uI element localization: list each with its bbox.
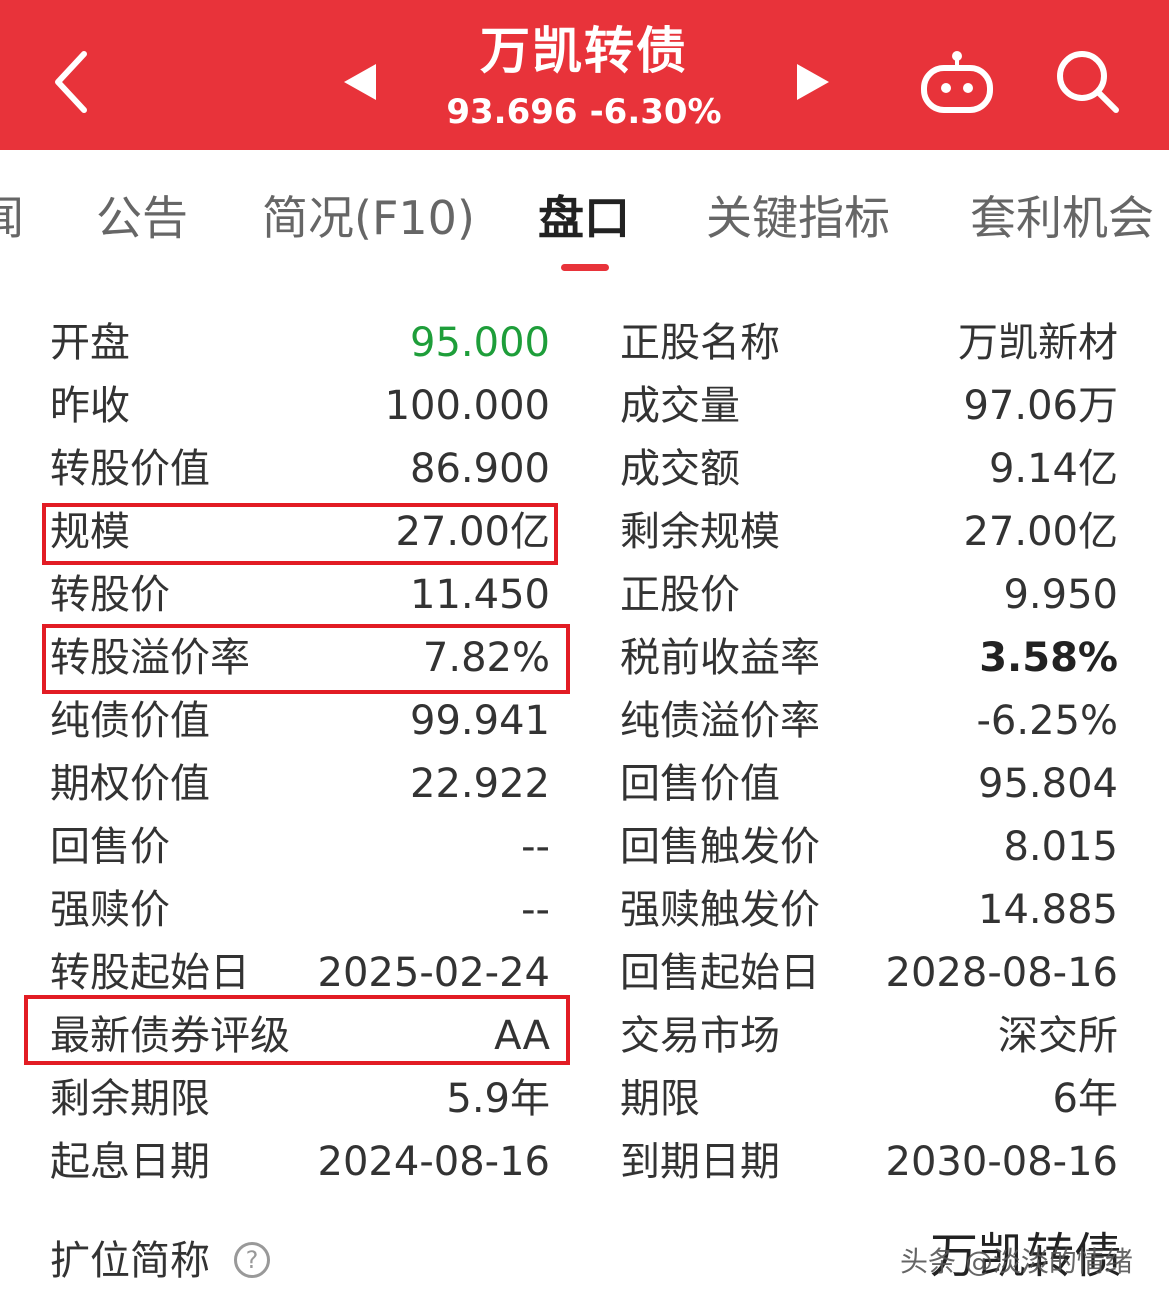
label-put-price: 回售价 (50, 824, 170, 870)
label-remaining-term: 剩余期限 (50, 1076, 210, 1122)
help-icon[interactable]: ? (234, 1242, 270, 1278)
highlight-box-issue-size (42, 503, 558, 565)
label-conversion-start: 转股起始日 (50, 950, 250, 996)
value-turnover: 9.14亿 (988, 446, 1118, 492)
highlight-box-credit-rating (24, 995, 570, 1065)
value-put-value: 95.804 (978, 761, 1118, 807)
label-put-trigger: 回售触发价 (620, 824, 820, 870)
label-bond-premium: 纯债溢价率 (620, 698, 820, 744)
search-icon[interactable] (1052, 46, 1122, 116)
value-value-date: 2024-08-16 (317, 1139, 550, 1185)
watermark-text: 头条 @淡淡的情绪 (900, 1245, 1133, 1278)
active-tab-indicator (561, 264, 609, 271)
label-conversion-price: 转股价 (50, 572, 170, 618)
value-call-price: -- (521, 887, 550, 933)
value-conversion-price: 11.450 (410, 572, 550, 618)
label-conversion-value: 转股价值 (50, 446, 210, 492)
tab-key-indicators[interactable]: 关键指标 (706, 188, 890, 248)
value-bond-premium: -6.25% (976, 698, 1118, 744)
label-put-start: 回售起始日 (620, 950, 820, 996)
label-maturity-date: 到期日期 (620, 1139, 780, 1185)
price-change: -6.30% (589, 92, 722, 132)
label-prev-close: 昨收 (50, 383, 130, 429)
label-stock-name: 正股名称 (620, 320, 780, 366)
label-pretax-yield: 税前收益率 (620, 635, 820, 681)
value-exchange: 深交所 (998, 1013, 1118, 1059)
tab-news[interactable]: 闻 (0, 188, 24, 248)
back-arrow-icon[interactable] (40, 40, 110, 120)
label-option-value: 期权价值 (50, 761, 210, 807)
label-call-price: 强赎价 (50, 887, 170, 933)
label-term: 期限 (620, 1076, 700, 1122)
label-turnover: 成交额 (620, 446, 740, 492)
value-pretax-yield: 3.58% (979, 635, 1118, 681)
label-short-name: 扩位简称 (50, 1238, 210, 1284)
label-exchange: 交易市场 (620, 1013, 780, 1059)
tab-announcements[interactable]: 公告 (96, 188, 188, 248)
robot-assistant-icon[interactable] (918, 46, 996, 116)
tab-quote[interactable]: 盘口 (538, 188, 630, 248)
label-stock-price: 正股价 (620, 572, 740, 618)
value-option-value: 22.922 (410, 761, 550, 807)
label-put-value: 回售价值 (620, 761, 780, 807)
tab-bar: 闻 公告 简况(F10) 盘口 关键指标 套利机会 (0, 150, 1169, 280)
value-volume: 97.06万 (963, 383, 1118, 429)
value-put-price: -- (521, 824, 550, 870)
value-conversion-value: 86.900 (410, 446, 550, 492)
value-prev-close: 100.000 (384, 383, 550, 429)
value-put-start: 2028-08-16 (885, 950, 1118, 996)
value-conversion-start: 2025-02-24 (317, 950, 550, 996)
label-call-trigger: 强赎触发价 (620, 887, 820, 933)
next-bond-icon[interactable] (793, 60, 833, 104)
highlight-box-conversion-premium (42, 624, 570, 694)
value-put-trigger: 8.015 (1003, 824, 1118, 870)
label-bond-floor: 纯债价值 (50, 698, 210, 744)
label-remaining-size: 剩余规模 (620, 509, 780, 555)
label-open: 开盘 (50, 320, 130, 366)
value-call-trigger: 14.885 (978, 887, 1118, 933)
value-bond-floor: 99.941 (410, 698, 550, 744)
last-price: 93.696 (446, 92, 578, 132)
value-term: 6年 (1052, 1076, 1118, 1122)
app-header: 万凯转债 93.696 -6.30% (0, 0, 1169, 150)
value-remaining-term: 5.9年 (446, 1076, 550, 1122)
tab-profile-f10[interactable]: 简况(F10) (262, 188, 475, 248)
label-volume: 成交量 (620, 383, 740, 429)
value-remaining-size: 27.00亿 (963, 509, 1118, 555)
value-stock-name[interactable]: 万凯新材 (818, 318, 1118, 368)
value-maturity-date: 2030-08-16 (885, 1139, 1118, 1185)
value-open: 95.000 (410, 320, 550, 366)
tab-arbitrage[interactable]: 套利机会 (970, 188, 1154, 248)
label-value-date: 起息日期 (50, 1139, 210, 1185)
value-stock-price: 9.950 (1003, 572, 1118, 618)
